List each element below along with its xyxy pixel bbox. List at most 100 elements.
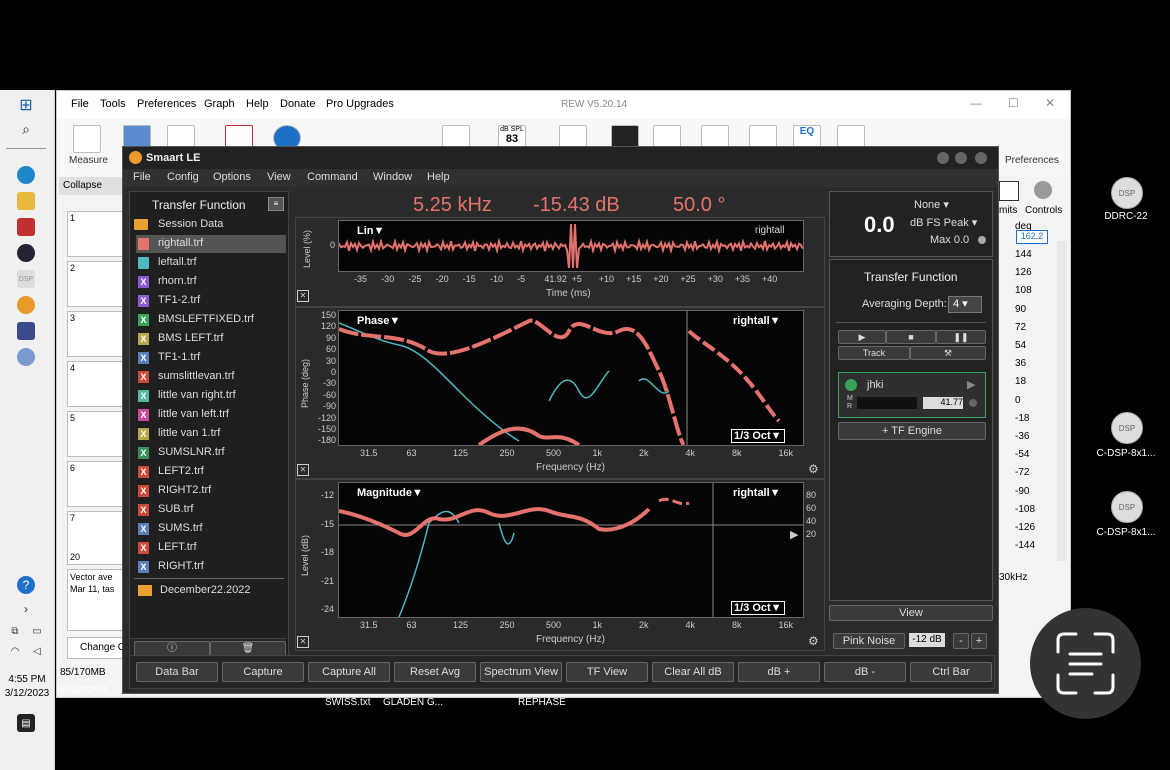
trace-hidden-icon[interactable]: X bbox=[138, 333, 149, 345]
battery-icon[interactable]: ▭ bbox=[30, 622, 44, 640]
trace-file-item[interactable]: Xlittle van right.trf bbox=[136, 387, 286, 405]
smaart-taskbar-icon[interactable] bbox=[17, 296, 35, 314]
engine-play-icon[interactable]: ▶ bbox=[967, 378, 975, 391]
play-button[interactable]: ▶ bbox=[838, 330, 886, 344]
rew-thumb[interactable]: 1 bbox=[67, 211, 129, 257]
rew-menu-graph[interactable]: Graph bbox=[204, 98, 235, 110]
change-button[interactable]: Change C bbox=[67, 637, 129, 659]
view-button[interactable]: View bbox=[829, 605, 993, 621]
rew-menu-pro-upgrades[interactable]: Pro Upgrades bbox=[326, 98, 394, 110]
trace-file-item[interactable]: X BMSLEFTFIXED.trf bbox=[136, 311, 286, 329]
trace-hidden-icon[interactable]: X bbox=[138, 504, 149, 516]
minimize-icon[interactable] bbox=[937, 152, 949, 164]
december-folder[interactable]: December22.2022 bbox=[132, 582, 282, 600]
track-button[interactable]: Track bbox=[838, 346, 910, 360]
session-data-folder[interactable]: Session Data bbox=[132, 216, 282, 234]
trace-file-item[interactable]: X RIGHT.trf bbox=[136, 558, 286, 576]
close-plot-icon[interactable]: ✕ bbox=[297, 636, 309, 648]
deg-value-box[interactable]: 162.2 bbox=[1016, 230, 1048, 244]
trace-hidden-icon[interactable]: X bbox=[138, 428, 149, 440]
impulse-scale-tag[interactable]: Lin▼ bbox=[357, 225, 384, 237]
meter-reset-icon[interactable] bbox=[978, 236, 986, 244]
magnitude-tag[interactable]: Magnitude▼ bbox=[357, 487, 423, 499]
phase-plot-area[interactable]: Phase▼ rightall▼ 1/3 Oct▼ bbox=[338, 310, 804, 446]
command-button[interactable]: dB - bbox=[824, 662, 906, 682]
close-plot-icon[interactable]: ✕ bbox=[297, 464, 309, 476]
engine-record-icon[interactable] bbox=[969, 399, 977, 407]
rew-thumb[interactable]: 6 bbox=[67, 461, 129, 507]
controls-gear-icon[interactable] bbox=[1034, 181, 1052, 199]
measurement-engine[interactable]: jhki ▶ M R 41.77 bbox=[838, 372, 986, 418]
desktop-file-rephase[interactable]: REPHASE bbox=[518, 697, 566, 708]
rew-thumb[interactable]: 5 bbox=[67, 411, 129, 457]
impulse-plot-area[interactable]: Lin▼ rightall bbox=[338, 220, 804, 272]
trace-file-item[interactable]: X BMS LEFT.trf bbox=[136, 330, 286, 348]
volume-icon[interactable]: ◁ bbox=[30, 642, 44, 660]
smaart-menu-config[interactable]: Config bbox=[167, 171, 199, 183]
network-icon[interactable]: ⧉ bbox=[8, 622, 22, 640]
gear-icon[interactable]: ⚙ bbox=[808, 462, 819, 476]
search-icon[interactable]: ⌕ bbox=[17, 120, 35, 138]
trace-file-item[interactable]: Xsumslittlevan.trf bbox=[136, 368, 286, 386]
app-red-icon[interactable] bbox=[17, 218, 35, 236]
help-icon[interactable]: ? bbox=[17, 576, 35, 594]
wrench-icon[interactable] bbox=[1015, 125, 1041, 149]
rew-menu-donate[interactable]: Donate bbox=[280, 98, 315, 110]
edge-browser-icon[interactable] bbox=[17, 166, 35, 184]
sidebar-menu-icon[interactable]: ≡ bbox=[268, 197, 284, 211]
windows-start-icon[interactable]: ⊞ bbox=[17, 96, 35, 114]
rew-menu-file[interactable]: File bbox=[71, 98, 89, 110]
trace-file-item[interactable]: X SUMS.trf bbox=[136, 520, 286, 538]
trace-hidden-icon[interactable]: X bbox=[138, 409, 149, 421]
trace-file-item[interactable]: rightall.trf bbox=[136, 235, 286, 253]
trace-hidden-icon[interactable]: X bbox=[138, 352, 149, 364]
trace-file-item[interactable]: leftall.trf bbox=[136, 254, 286, 272]
smaart-menu-help[interactable]: Help bbox=[427, 171, 450, 183]
trace-hidden-icon[interactable]: X bbox=[138, 561, 149, 573]
minidsp-label[interactable]: MiniDSP-R... bbox=[58, 685, 116, 696]
magnitude-plot-area[interactable]: Magnitude▼ rightall▼ 1/3 Oct▼ bbox=[338, 482, 804, 618]
phase-tag[interactable]: Phase▼ bbox=[357, 315, 400, 327]
rew-taskbar-icon[interactable] bbox=[17, 322, 35, 340]
maximize-icon[interactable]: ☐ bbox=[1008, 96, 1019, 110]
trace-visible-icon[interactable] bbox=[138, 257, 149, 269]
close-plot-icon[interactable]: ✕ bbox=[297, 290, 309, 302]
desktop-file-gladen[interactable]: GLADEN G... bbox=[383, 697, 443, 708]
command-button[interactable]: TF View bbox=[566, 662, 648, 682]
pink-noise-level[interactable]: -12 dB bbox=[909, 633, 945, 647]
smaart-menu-file[interactable]: File bbox=[133, 171, 151, 183]
command-button[interactable]: Reset Avg bbox=[394, 662, 476, 682]
smaart-menu-window[interactable]: Window bbox=[373, 171, 412, 183]
dsp-icon[interactable]: DSP bbox=[17, 270, 35, 288]
close-icon[interactable] bbox=[975, 152, 987, 164]
trace-file-item[interactable]: X TF1-2.trf bbox=[136, 292, 286, 310]
dsp-desktop-icon[interactable]: DSP bbox=[1111, 177, 1143, 209]
app-dark-icon[interactable] bbox=[17, 244, 35, 262]
limits-icon[interactable] bbox=[999, 181, 1019, 201]
clock-date[interactable]: 3/12/2023 bbox=[2, 688, 52, 699]
increase-button[interactable]: + bbox=[971, 633, 987, 649]
gear-icon[interactable]: ⚙ bbox=[808, 634, 819, 648]
trace-hidden-icon[interactable]: X bbox=[138, 466, 149, 478]
desktop-file-swiss[interactable]: SWISS.txt bbox=[325, 697, 371, 708]
trace-hidden-icon[interactable]: X bbox=[138, 390, 149, 402]
add-tf-engine-button[interactable]: + TF Engine bbox=[838, 422, 986, 440]
trace-file-item[interactable]: X LEFT2.trf bbox=[136, 463, 286, 481]
stop-button[interactable]: ■ bbox=[886, 330, 936, 344]
phase-trace-label[interactable]: rightall▼ bbox=[733, 315, 781, 327]
measure-icon[interactable] bbox=[73, 125, 101, 153]
trace-file-item[interactable]: Xrhorn.trf bbox=[136, 273, 286, 291]
smaart-menu-command[interactable]: Command bbox=[307, 171, 358, 183]
scan-text-button[interactable] bbox=[1030, 608, 1141, 719]
command-button[interactable]: Ctrl Bar bbox=[910, 662, 992, 682]
minimize-icon[interactable]: — bbox=[970, 96, 982, 110]
trace-hidden-icon[interactable]: X bbox=[138, 542, 149, 554]
trace-file-item[interactable]: X TF1-1.trf bbox=[136, 349, 286, 367]
rew-thumb[interactable]: 7 20 bbox=[67, 511, 129, 565]
pause-button[interactable]: ❚❚ bbox=[936, 330, 986, 344]
command-button[interactable]: Clear All dB bbox=[652, 662, 734, 682]
trace-file-item[interactable]: X RIGHT2.trf bbox=[136, 482, 286, 500]
trace-hidden-icon[interactable]: X bbox=[138, 485, 149, 497]
phase-smoothing-button[interactable]: 1/3 Oct▼ bbox=[731, 429, 785, 443]
rew-thumb[interactable]: 3 bbox=[67, 311, 129, 357]
